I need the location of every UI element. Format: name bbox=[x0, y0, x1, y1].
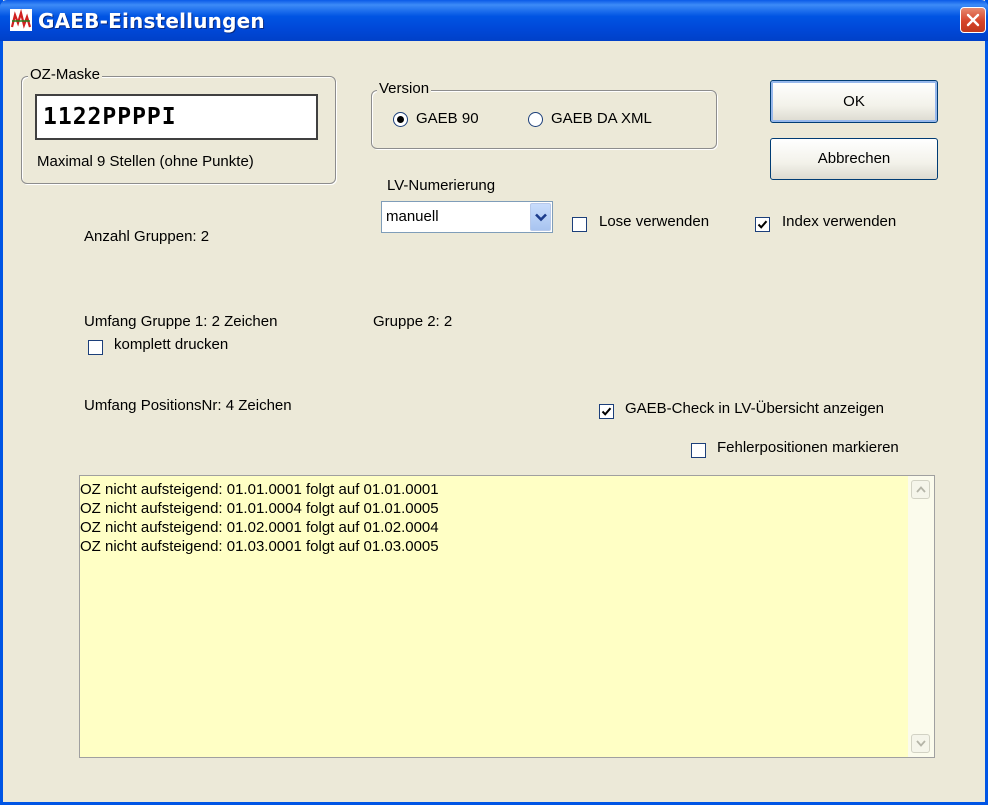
ok-button-label: OK bbox=[843, 93, 865, 110]
oz-mask-group-label: OZ-Maske bbox=[28, 66, 103, 83]
radio-gaeb-90[interactable] bbox=[393, 112, 408, 127]
oz-mask-input[interactable]: 1122PPPPI bbox=[35, 94, 318, 140]
radio-gaeb-da-xml[interactable] bbox=[528, 112, 543, 127]
komplett-drucken-label[interactable]: komplett drucken bbox=[114, 336, 228, 353]
chevron-down-icon bbox=[535, 213, 547, 222]
version-group-label: Version bbox=[377, 80, 432, 97]
gaeb-check-checkbox[interactable] bbox=[599, 404, 614, 419]
umfang-gruppe1-text: Umfang Gruppe 1: 2 Zeichen bbox=[84, 313, 278, 330]
lv-numbering-select[interactable]: manuell bbox=[381, 201, 553, 233]
komplett-drucken-checkbox[interactable] bbox=[88, 340, 103, 355]
gaeb-settings-dialog: GAEB-Einstellungen OZ-Maske 1122PPPPI Ma… bbox=[0, 0, 988, 805]
ok-button[interactable]: OK bbox=[770, 80, 938, 123]
window-title: GAEB-Einstellungen bbox=[38, 9, 265, 33]
close-button[interactable] bbox=[960, 7, 986, 33]
checkmark-icon bbox=[601, 407, 612, 416]
fehlerpositionen-checkbox[interactable] bbox=[691, 443, 706, 458]
title-bar[interactable]: GAEB-Einstellungen bbox=[0, 0, 988, 41]
oz-mask-hint: Maximal 9 Stellen (ohne Punkte) bbox=[37, 153, 254, 170]
log-line: OZ nicht aufsteigend: 01.02.0001 folgt a… bbox=[80, 519, 439, 536]
lose-checkbox[interactable] bbox=[572, 217, 587, 232]
app-icon bbox=[10, 8, 32, 31]
chevron-down-icon bbox=[916, 740, 926, 747]
lose-checkbox-label[interactable]: Lose verwenden bbox=[599, 213, 709, 230]
scroll-up-button[interactable] bbox=[911, 480, 930, 499]
gruppe2-text: Gruppe 2: 2 bbox=[373, 313, 453, 330]
close-icon bbox=[966, 13, 980, 27]
radio-gaeb-da-xml-label[interactable]: GAEB DA XML bbox=[551, 110, 652, 127]
anzahl-gruppen-text: Anzahl Gruppen: 2 bbox=[84, 228, 210, 245]
chevron-up-icon bbox=[916, 486, 926, 493]
log-line: OZ nicht aufsteigend: 01.03.0001 folgt a… bbox=[80, 538, 439, 555]
checkmark-icon bbox=[757, 220, 768, 229]
fehlerpositionen-label[interactable]: Fehlerpositionen markieren bbox=[717, 439, 899, 456]
umfang-positionsnr-text: Umfang PositionsNr: 4 Zeichen bbox=[84, 397, 292, 414]
index-checkbox[interactable] bbox=[755, 217, 770, 232]
log-lines: OZ nicht aufsteigend: 01.01.0001 folgt a… bbox=[80, 480, 439, 556]
index-checkbox-label[interactable]: Index verwenden bbox=[782, 213, 896, 230]
scroll-down-button[interactable] bbox=[911, 734, 930, 753]
lv-numbering-value: manuell bbox=[386, 208, 439, 225]
gaeb-check-label[interactable]: GAEB-Check in LV-Übersicht anzeigen bbox=[625, 400, 884, 417]
vertical-scrollbar[interactable] bbox=[908, 476, 934, 757]
log-line: OZ nicht aufsteigend: 01.01.0004 folgt a… bbox=[80, 500, 439, 517]
radio-gaeb-90-label[interactable]: GAEB 90 bbox=[416, 110, 479, 127]
log-line: OZ nicht aufsteigend: 01.01.0001 folgt a… bbox=[80, 481, 439, 498]
cancel-button[interactable]: Abbrechen bbox=[770, 138, 938, 180]
gaeb-check-log[interactable]: OZ nicht aufsteigend: 01.01.0001 folgt a… bbox=[79, 475, 935, 758]
dropdown-arrow-button[interactable] bbox=[530, 203, 551, 231]
cancel-button-label: Abbrechen bbox=[817, 150, 891, 167]
lv-numbering-label: LV-Numerierung bbox=[387, 177, 496, 194]
